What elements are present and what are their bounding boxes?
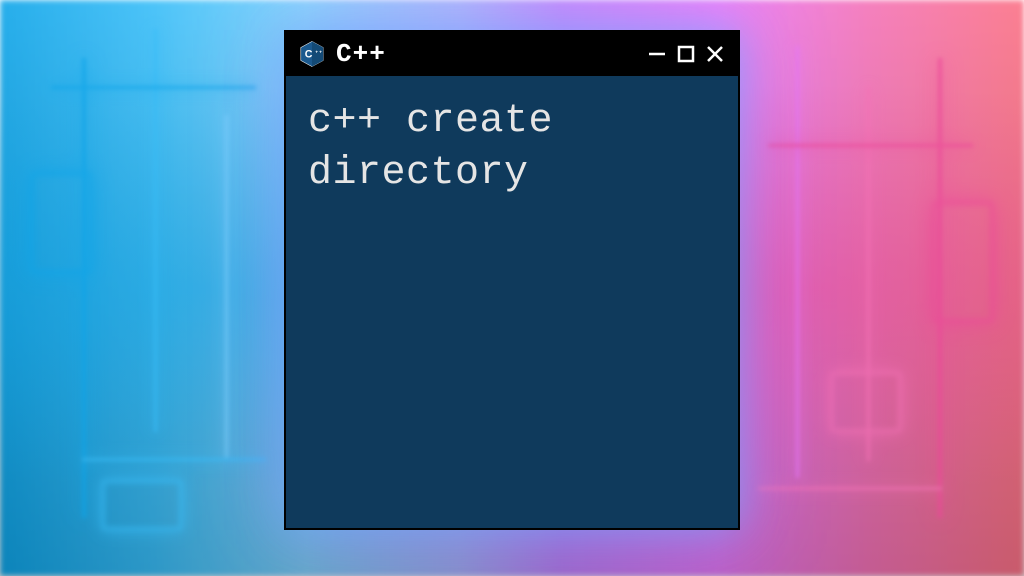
close-button[interactable] xyxy=(704,44,726,64)
window-controls xyxy=(646,44,726,64)
terminal-content[interactable]: c++ create directory xyxy=(286,76,738,528)
svg-text:+: + xyxy=(319,49,322,54)
maximize-button[interactable] xyxy=(676,45,696,63)
svg-text:+: + xyxy=(315,49,318,54)
window-title: C++ xyxy=(336,39,636,69)
minimize-button[interactable] xyxy=(646,44,668,64)
terminal-window: C + + C++ c++ create directory xyxy=(284,30,740,530)
svg-text:C: C xyxy=(305,48,313,60)
cpp-logo-icon: C + + xyxy=(298,40,326,68)
titlebar[interactable]: C + + C++ xyxy=(286,32,738,76)
